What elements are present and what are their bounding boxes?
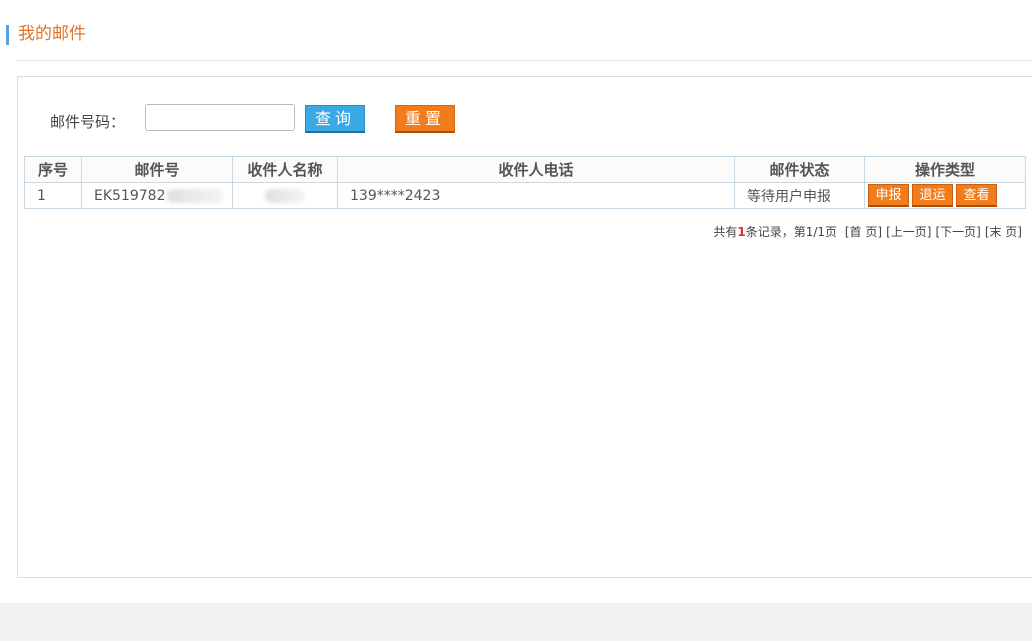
mail-table: 序号 邮件号 收件人名称 收件人电话 邮件状态 操作类型 1 EK519782 … xyxy=(24,156,1026,209)
return-button[interactable]: 退运 xyxy=(912,184,953,207)
record-count: 1 xyxy=(737,225,746,239)
mail-number-text: EK519782 xyxy=(94,187,166,204)
footer-band xyxy=(0,603,1032,641)
row-recipient-name xyxy=(232,182,338,209)
column-header-mail-status: 邮件状态 xyxy=(734,156,865,183)
table-header-row: 序号 邮件号 收件人名称 收件人电话 邮件状态 操作类型 xyxy=(24,156,1026,183)
row-mail-status: 等待用户申报 xyxy=(734,182,865,209)
mail-number-label: 邮件号码： xyxy=(50,113,126,131)
mail-number-input[interactable] xyxy=(145,104,295,131)
redacted-mask xyxy=(167,188,224,203)
record-count-suffix: 条记录，第1/1页 xyxy=(745,225,838,239)
title-accent-bar xyxy=(6,25,9,45)
last-page-link[interactable]: [末 页] xyxy=(985,225,1022,239)
column-header-mail-number: 邮件号 xyxy=(81,156,233,183)
reset-button[interactable]: 重置 xyxy=(395,105,455,133)
next-page-link[interactable]: [下一页] xyxy=(935,225,980,239)
query-button[interactable]: 查询 xyxy=(305,105,365,133)
page-title: 我的邮件 xyxy=(18,24,86,44)
redacted-mask xyxy=(265,188,305,203)
declare-button[interactable]: 申报 xyxy=(868,184,909,207)
row-recipient-phone: 139****2423 xyxy=(337,182,735,209)
row-actions: 申报 退运 查看 xyxy=(864,182,1026,209)
first-page-link[interactable]: [首 页] xyxy=(845,225,882,239)
row-mail-number: EK519782 xyxy=(81,182,233,209)
view-button[interactable]: 查看 xyxy=(956,184,997,207)
column-header-recipient-phone: 收件人电话 xyxy=(337,156,735,183)
page-header: 我的邮件 xyxy=(0,0,1032,61)
pagination: 共有1条记录，第1/1页 [首 页] [上一页] [下一页] [末 页] xyxy=(713,223,1022,241)
column-header-index: 序号 xyxy=(24,156,82,183)
header-divider xyxy=(16,60,1032,61)
column-header-recipient-name: 收件人名称 xyxy=(232,156,338,183)
content-panel xyxy=(17,76,1032,578)
record-count-prefix: 共有 xyxy=(713,225,738,239)
row-index: 1 xyxy=(24,182,82,209)
prev-page-link[interactable]: [上一页] xyxy=(886,225,931,239)
column-header-operation-type: 操作类型 xyxy=(864,156,1026,183)
table-row: 1 EK519782 139****2423 等待用户申报 申报 退运 查看 xyxy=(24,182,1026,209)
